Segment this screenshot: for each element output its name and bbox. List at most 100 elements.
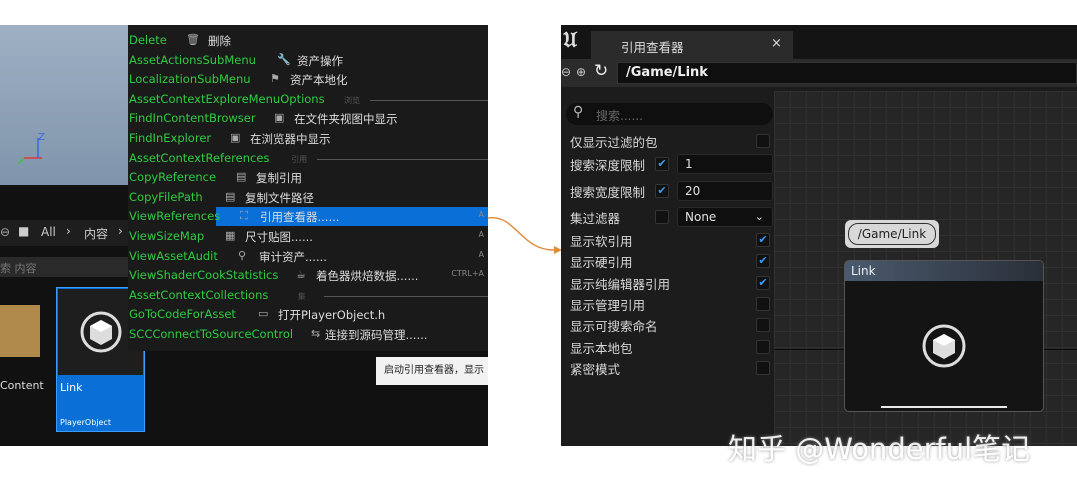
option-checkbox[interactable]: ✔ — [655, 157, 669, 171]
menu-item-id: ViewReferences — [129, 209, 221, 224]
menu-item-label: 在文件夹视图中显示 — [294, 112, 398, 127]
menu-section-header: AssetContextExploreMenuOptions 浏览 — [128, 90, 488, 109]
breadcrumb-separator: › — [118, 224, 123, 238]
number-input[interactable]: 1 — [677, 154, 773, 174]
close-icon[interactable]: × — [771, 36, 782, 51]
option-checkbox[interactable]: ✔ — [655, 184, 669, 198]
menu-item[interactable]: CopyFilePath ▤ 复制文件路径 — [128, 188, 488, 207]
option-checkbox[interactable] — [756, 318, 770, 332]
graph-search-input[interactable]: ⚲ 搜索...... — [566, 103, 773, 125]
menu-section-divider — [323, 295, 488, 297]
option-checkbox[interactable]: ✔ — [756, 233, 770, 247]
menu-item-shortcut: A — [478, 230, 484, 239]
menu-item-id: LocalizationSubMenu — [129, 72, 251, 87]
option-checkbox[interactable]: ✔ — [756, 254, 770, 268]
node-footer-bar — [881, 406, 1007, 408]
menu-item[interactable]: AssetActionsSubMenu 🔧 资产操作 — [128, 51, 488, 70]
option-checkbox[interactable] — [756, 361, 770, 375]
menu-item[interactable]: ViewShaderCookStatistics ☕ 着色器烘焙数据...... CT… — [128, 266, 488, 285]
breadcrumb-content[interactable]: 内容 — [84, 225, 108, 242]
option-label: 显示软引用 — [570, 234, 633, 249]
menu-item-label: 复制引用 — [256, 171, 302, 186]
search-placeholder: 搜索...... — [596, 109, 643, 123]
collection-filter-select[interactable]: None ⌄ — [677, 207, 773, 227]
static-mesh-icon — [80, 311, 122, 353]
axis-gizmo-icon — [17, 138, 42, 165]
option-checkbox[interactable] — [756, 134, 770, 148]
option-checkbox[interactable] — [756, 297, 770, 311]
field-value: 1 — [685, 157, 693, 171]
menu-item[interactable]: ViewReferences ⛶ 引用查看器...... A — [128, 207, 488, 227]
unreal-logo-icon: 𝔘 — [563, 27, 578, 53]
menu-item[interactable]: ViewSizeMap ▦ 尺寸贴图...... A — [128, 227, 488, 246]
menu-section-label: 引用 — [291, 154, 308, 164]
path-input[interactable]: /Game/Link — [617, 62, 1077, 84]
menu-item[interactable]: LocalizationSubMenu ⚑ 资产本地化 — [128, 70, 488, 89]
menu-item-id: CopyReference — [129, 170, 217, 185]
content-path-bar: ⊖ ■ All › 内容 › — [0, 220, 128, 246]
asset-name: Link — [60, 381, 83, 394]
menu-item-icon: ▦ — [225, 229, 236, 242]
content-search-input[interactable]: 索 内容 — [0, 257, 128, 277]
menu-section-header: AssetContextReferences 引用 — [128, 149, 488, 168]
menu-item-id: AssetContextExploreMenuOptions — [129, 91, 325, 106]
static-mesh-icon — [922, 324, 966, 368]
watermark: 知乎 @Wonderful笔记 — [728, 432, 1031, 466]
node-comment-bubble: /Game/Link — [845, 220, 939, 248]
content-browser-panel: Z ⊖ ■ All › 内容 › 索 内容 Content Link Playe… — [0, 25, 488, 446]
folder-icon: ■ — [18, 224, 30, 238]
menu-item[interactable]: ViewAssetAudit ⚲ 审计资产...... A — [128, 247, 488, 266]
menu-item-icon: 🗑 — [186, 33, 200, 46]
number-input[interactable]: 20 — [677, 181, 773, 201]
option-label: 仅显示过滤的包 — [570, 135, 658, 150]
asset-type: PlayerObject — [60, 418, 111, 427]
menu-item[interactable]: Delete 🗑 删除 — [128, 31, 488, 50]
option-label: 显示可搜索命名 — [570, 319, 658, 334]
menu-item-label: 着色器烘焙数据...... — [316, 269, 419, 284]
field-value: None — [685, 210, 717, 224]
menu-item[interactable]: FindInContentBrowser ▣ 在文件夹视图中显示 — [128, 109, 488, 128]
menu-item-icon: ▣ — [274, 111, 285, 125]
menu-item-id: AssetContextReferences — [129, 150, 270, 165]
menu-item-highlight — [216, 207, 488, 227]
folder-thumbnail[interactable] — [0, 305, 40, 357]
breadcrumb-all[interactable]: All — [41, 225, 56, 239]
menu-item-label: 打开PlayerObject.h — [278, 308, 386, 323]
reference-node[interactable]: Link — [844, 260, 1044, 412]
search-placeholder: 索 内容 — [0, 262, 37, 275]
menu-item-label: 尺寸贴图...... — [245, 230, 313, 244]
option-checkbox[interactable] — [756, 340, 770, 354]
option-checkbox[interactable] — [655, 210, 669, 224]
forward-icon[interactable]: ⊕ — [576, 65, 586, 79]
menu-section-label: 集 — [297, 291, 306, 301]
menu-item[interactable]: CopyReference ▤ 复制引用 — [128, 168, 488, 187]
menu-item-icon: ⇆ — [311, 327, 321, 340]
menu-item-id: CopyFilePath — [129, 189, 203, 204]
menu-item-shortcut: A — [478, 210, 484, 220]
menu-item[interactable]: FindInExplorer ▣ 在浏览器中显示 — [128, 129, 488, 148]
option-label: 紧密模式 — [570, 362, 621, 377]
menu-item-id: FindInExplorer — [129, 131, 212, 145]
menu-section-header: AssetContextCollections 集 — [128, 286, 488, 305]
path-value: /Game/Link — [626, 65, 708, 80]
menu-item-label: 资产操作 — [297, 53, 343, 68]
viewport[interactable]: Z — [0, 25, 128, 185]
option-label: 显示管理引用 — [570, 298, 646, 313]
options-panel: ⚲ 搜索...... 仅显示过滤的包 搜索深度限制 ✔ 1 搜索宽度限制 ✔ 20 集过滤器 N… — [561, 87, 774, 446]
back-icon[interactable]: ⊖ — [0, 225, 10, 239]
axis-z-label: Z — [38, 132, 45, 143]
tab-reference-viewer[interactable]: 引用查看器 × — [591, 31, 793, 59]
option-checkbox[interactable]: ✔ — [756, 276, 770, 290]
menu-item-id: AssetContextCollections — [129, 287, 269, 302]
chevron-down-icon: ⌄ — [754, 210, 764, 223]
back-icon[interactable]: ⊖ — [561, 65, 571, 79]
graph-canvas[interactable]: /Game/Link Link — [774, 91, 1077, 446]
refresh-icon[interactable]: ↻ — [594, 61, 608, 81]
menu-item-icon: ▣ — [230, 131, 241, 144]
menu-item-id: Delete — [129, 33, 167, 47]
menu-item-label: 在浏览器中显示 — [250, 132, 331, 146]
connector-arrow-icon — [487, 217, 562, 254]
option-label: 显示硬引用 — [570, 255, 633, 270]
menu-item[interactable]: GoToCodeForAsset ▭ 打开PlayerObject.h — [128, 305, 488, 324]
menu-item[interactable]: SCCConnectToSourceControl ⇆ 连接到源码管理...... — [128, 325, 488, 344]
